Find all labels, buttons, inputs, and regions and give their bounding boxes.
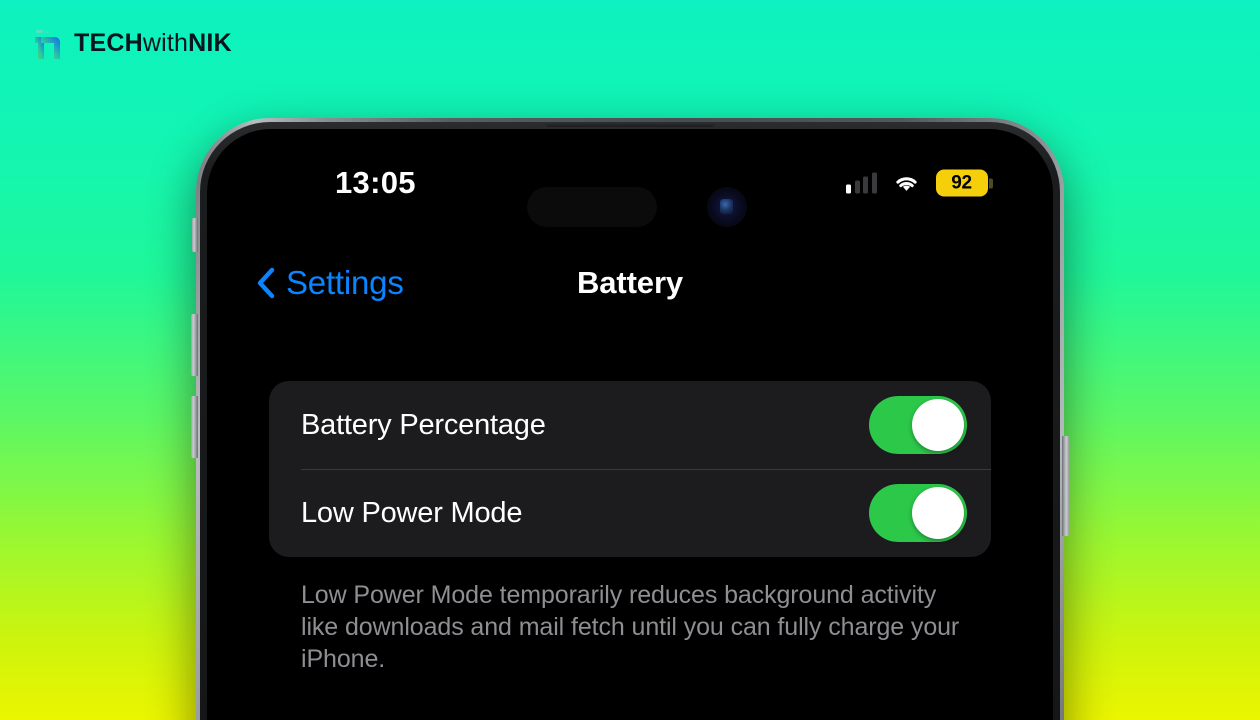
volume-down-button[interactable] bbox=[191, 396, 198, 458]
dynamic-island[interactable] bbox=[527, 187, 657, 227]
toggle-knob bbox=[912, 487, 964, 539]
earpiece-speaker bbox=[545, 122, 715, 127]
status-bar-indicators: 92 bbox=[846, 169, 993, 197]
row-battery-percentage[interactable]: Battery Percentage bbox=[269, 381, 991, 469]
techwithnik-logo-icon bbox=[30, 26, 64, 60]
cellular-signal-icon bbox=[846, 172, 877, 194]
iphone-mockup: 13:05 92 Settings Battery Battery Percen… bbox=[191, 118, 1069, 720]
brand-text-tech: TECH bbox=[74, 28, 143, 57]
brand-logo: TECHwithNIK bbox=[30, 26, 232, 60]
toggle-low-power-mode[interactable] bbox=[869, 484, 967, 542]
toggle-battery-percentage[interactable] bbox=[869, 396, 967, 454]
chevron-left-icon bbox=[255, 267, 275, 299]
settings-content: Battery Percentage Low Power Mode Low Po… bbox=[207, 329, 1053, 720]
brand-text-nik: NIK bbox=[188, 28, 232, 57]
settings-group: Battery Percentage Low Power Mode bbox=[269, 381, 991, 557]
status-bar-time: 13:05 bbox=[335, 165, 416, 200]
back-button[interactable]: Settings bbox=[255, 264, 404, 302]
phone-screen: 13:05 92 Settings Battery Battery Percen… bbox=[207, 129, 1053, 720]
wifi-icon bbox=[893, 173, 920, 193]
back-button-label: Settings bbox=[286, 264, 404, 301]
battery-percentage-value: 92 bbox=[951, 172, 972, 193]
battery-nub bbox=[989, 178, 993, 188]
navigation-bar: Settings Battery bbox=[207, 237, 1053, 329]
front-camera-lens bbox=[707, 187, 747, 227]
toggle-knob bbox=[912, 399, 964, 451]
power-button[interactable] bbox=[1062, 436, 1069, 536]
brand-wordmark: TECHwithNIK bbox=[74, 28, 232, 57]
silent-switch[interactable] bbox=[192, 218, 198, 252]
status-bar: 13:05 92 bbox=[207, 129, 1053, 237]
row-label-low-power-mode: Low Power Mode bbox=[301, 496, 523, 529]
battery-icon: 92 bbox=[935, 169, 993, 197]
brand-text-with: with bbox=[142, 28, 189, 57]
volume-up-button[interactable] bbox=[191, 314, 198, 376]
page-title: Battery bbox=[576, 265, 684, 300]
low-power-mode-description: Low Power Mode temporarily reduces backg… bbox=[301, 581, 960, 673]
row-label-battery-percentage: Battery Percentage bbox=[301, 408, 546, 441]
row-low-power-mode[interactable]: Low Power Mode bbox=[269, 469, 991, 557]
